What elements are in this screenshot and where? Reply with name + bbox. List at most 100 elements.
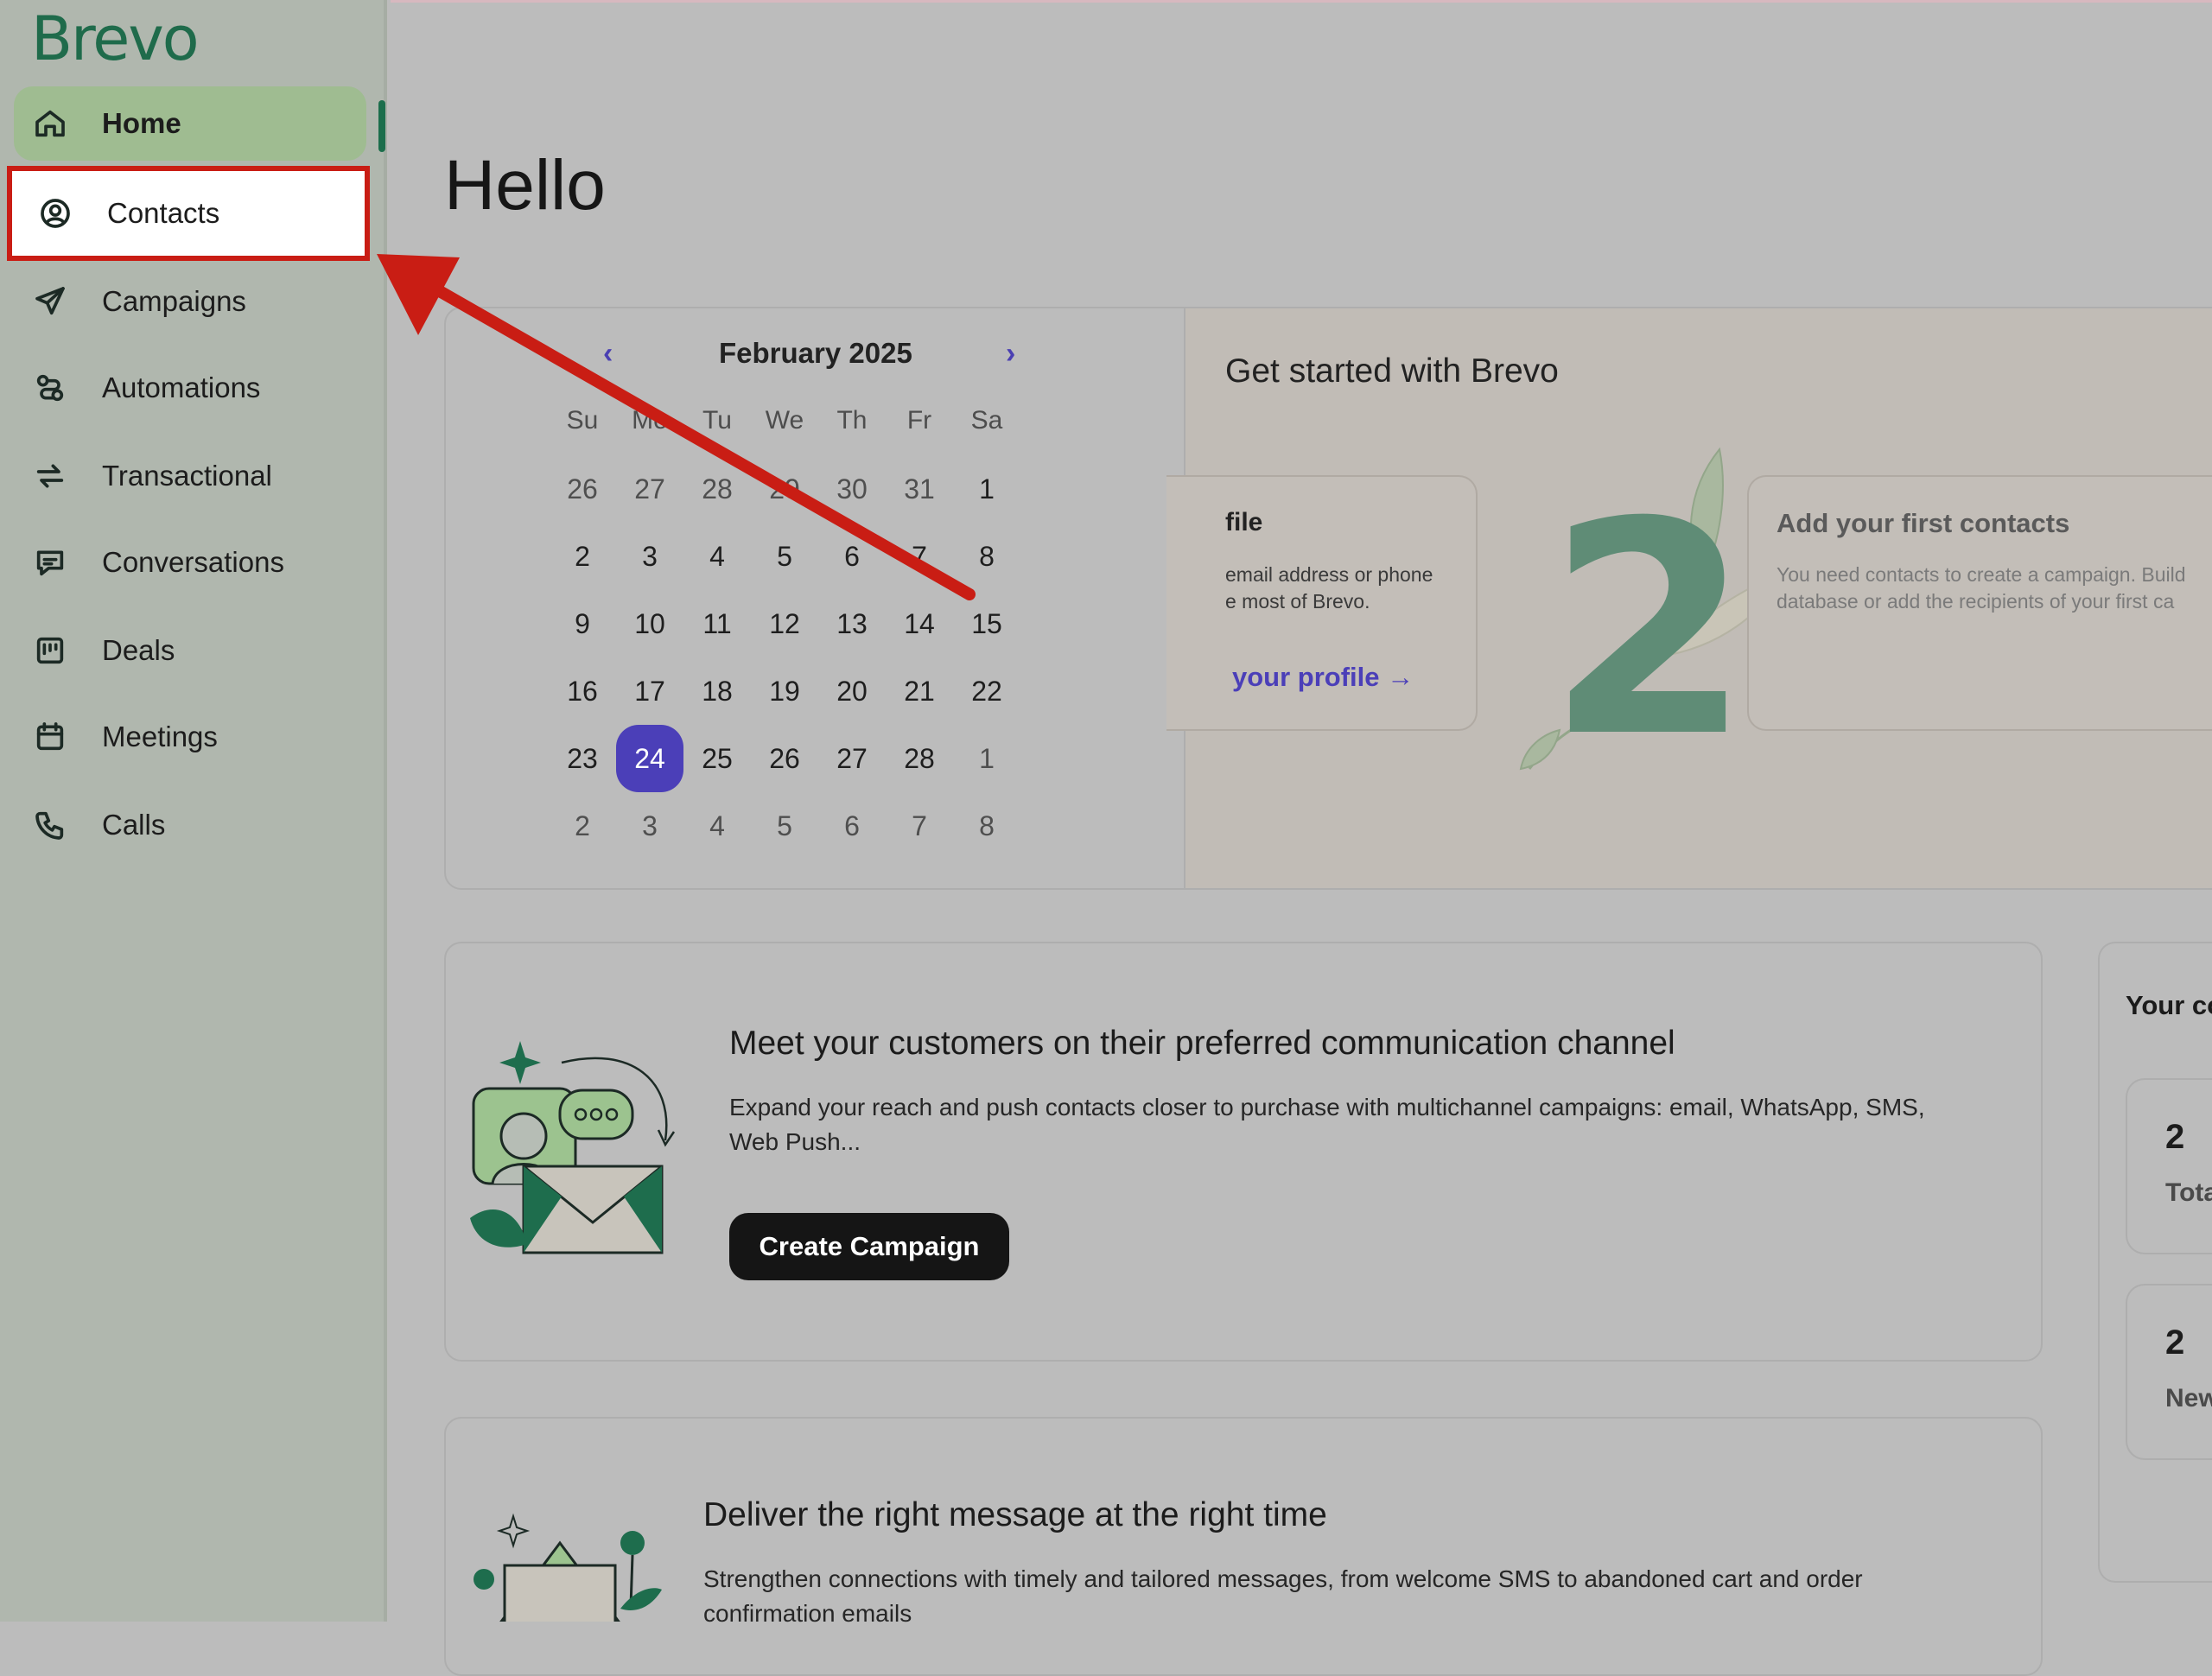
calendar-day[interactable]: 30 bbox=[822, 472, 882, 506]
calendar-day[interactable]: 9 bbox=[552, 606, 613, 641]
promo2-text: Strengthen connections with timely and t… bbox=[703, 1565, 1863, 1627]
weekday-label: Fr bbox=[906, 406, 932, 435]
sidebar-item-automations[interactable]: Automations bbox=[14, 351, 366, 425]
calendar-day[interactable]: 5 bbox=[754, 539, 815, 574]
contacts-step-text: You need contacts to create a campaign. … bbox=[1777, 563, 2186, 613]
calendar-day[interactable]: 7 bbox=[889, 539, 950, 574]
calendar-day[interactable]: 1 bbox=[957, 472, 1017, 506]
sidebar-item-conversations[interactable]: Conversations bbox=[14, 525, 366, 600]
sidebar-item-calls[interactable]: Calls bbox=[14, 788, 366, 862]
calendar-icon bbox=[31, 718, 69, 756]
calendar-day[interactable]: 12 bbox=[754, 606, 815, 641]
calendar-day[interactable]: 3 bbox=[620, 809, 680, 843]
step-number: 2 bbox=[1547, 460, 1751, 802]
calendar-day[interactable]: 4 bbox=[687, 539, 747, 574]
calendar-day[interactable]: 28 bbox=[687, 472, 747, 506]
sidebar-item-contacts[interactable]: Contacts bbox=[7, 166, 370, 261]
calendar-day[interactable]: 28 bbox=[889, 741, 950, 776]
conversations-icon bbox=[31, 543, 69, 581]
timing-illustration-icon bbox=[474, 1513, 662, 1622]
calendar-day[interactable]: 27 bbox=[620, 472, 680, 506]
total-contacts-stat[interactable] bbox=[2126, 1078, 2212, 1254]
calendar-day[interactable]: 21 bbox=[889, 674, 950, 708]
sidebar-item-campaigns[interactable]: Campaigns bbox=[14, 264, 366, 339]
new-contacts-stat[interactable] bbox=[2126, 1284, 2212, 1460]
automations-icon bbox=[31, 369, 69, 407]
send-icon bbox=[31, 283, 69, 321]
complete-profile-link[interactable]: your profile → bbox=[1232, 662, 1414, 693]
calendar-day[interactable]: 7 bbox=[889, 809, 950, 843]
calendar-day-selected[interactable]: 24 bbox=[616, 725, 683, 792]
sidebar-item-label: Transactional bbox=[102, 460, 272, 492]
profile-step-title: file bbox=[1225, 508, 1263, 536]
calendar-day[interactable]: 6 bbox=[822, 809, 882, 843]
weekday-label: Sa bbox=[970, 406, 1003, 435]
sidebar-item-label: Conversations bbox=[102, 546, 284, 578]
calendar-day[interactable]: 8 bbox=[957, 809, 1017, 843]
calendar-day[interactable]: 26 bbox=[754, 741, 815, 776]
calendar-prev-button[interactable]: ‹ bbox=[603, 337, 613, 371]
calendar-day[interactable]: 31 bbox=[889, 472, 950, 506]
calendar-month-label: February 2025 bbox=[719, 337, 912, 369]
calendar-day[interactable]: 29 bbox=[754, 472, 815, 506]
calendar-day[interactable]: 3 bbox=[620, 539, 680, 574]
promo1-text: Expand your reach and push contacts clos… bbox=[729, 1094, 1925, 1155]
promo1-title: Meet your customers on their preferred c… bbox=[729, 1025, 1675, 1062]
stat-label: Tota bbox=[2165, 1178, 2212, 1207]
calendar-day[interactable]: 27 bbox=[822, 741, 882, 776]
weekday-label: Su bbox=[566, 406, 599, 435]
calendar-card bbox=[444, 307, 1187, 890]
sidebar-item-label: Home bbox=[102, 107, 181, 139]
calendar-day[interactable]: 19 bbox=[754, 674, 815, 708]
brevo-logo[interactable]: Brevo bbox=[31, 3, 200, 74]
create-campaign-button[interactable]: Create Campaign bbox=[729, 1213, 1009, 1280]
calendar-day[interactable]: 14 bbox=[889, 606, 950, 641]
calendar-day[interactable]: 2 bbox=[552, 539, 613, 574]
calendar-day[interactable]: 13 bbox=[822, 606, 882, 641]
home-icon bbox=[31, 105, 69, 143]
calendar-day[interactable]: 2 bbox=[552, 809, 613, 843]
sidebar-item-meetings[interactable]: Meetings bbox=[14, 700, 366, 774]
contacts-summary-card bbox=[2098, 942, 2212, 1583]
promo2-title: Deliver the right message at the right t… bbox=[703, 1496, 1327, 1533]
sidebar-item-label: Automations bbox=[102, 371, 261, 403]
contacts-icon bbox=[36, 194, 74, 232]
calendar-day[interactable]: 22 bbox=[957, 674, 1017, 708]
calendar-day[interactable]: 15 bbox=[957, 606, 1017, 641]
sidebar-item-label: Contacts bbox=[107, 197, 220, 229]
top-divider bbox=[391, 0, 2212, 3]
calendar-day[interactable]: 4 bbox=[687, 809, 747, 843]
active-indicator bbox=[378, 100, 385, 152]
sidebar-item-transactional[interactable]: Transactional bbox=[14, 439, 366, 513]
calendar-day[interactable]: 20 bbox=[822, 674, 882, 708]
calendar-day[interactable]: 18 bbox=[687, 674, 747, 708]
weekday-label: Mo bbox=[632, 406, 668, 435]
calendar-day[interactable]: 23 bbox=[552, 741, 613, 776]
calendar-day[interactable]: 1 bbox=[957, 741, 1017, 776]
stat-value: 2 bbox=[2165, 1324, 2185, 1362]
transactional-icon bbox=[31, 457, 69, 495]
sidebar-item-deals[interactable]: Deals bbox=[14, 613, 366, 688]
calendar-day[interactable]: 11 bbox=[687, 606, 747, 641]
stat-label: New bbox=[2165, 1384, 2212, 1413]
sidebar-item-home[interactable]: Home bbox=[14, 86, 366, 161]
sidebar-item-label: Meetings bbox=[102, 721, 218, 752]
calendar-day[interactable]: 8 bbox=[957, 539, 1017, 574]
get-started-title: Get started with Brevo bbox=[1225, 352, 1559, 390]
calendar-day[interactable]: 6 bbox=[822, 539, 882, 574]
calendar-next-button[interactable]: › bbox=[1006, 337, 1015, 371]
weekday-label: Tu bbox=[702, 406, 732, 435]
calendar-day[interactable]: 16 bbox=[552, 674, 613, 708]
calendar-day[interactable]: 17 bbox=[620, 674, 680, 708]
contacts-step-title: Add your first contacts bbox=[1777, 508, 2070, 538]
calendar-day[interactable]: 5 bbox=[754, 809, 815, 843]
calendar-day[interactable]: 26 bbox=[552, 472, 613, 506]
weekday-label: Th bbox=[836, 406, 868, 435]
page-title: Hello bbox=[444, 146, 606, 225]
sidebar-item-label: Calls bbox=[102, 809, 166, 841]
deals-icon bbox=[31, 632, 69, 670]
calendar-day[interactable]: 10 bbox=[620, 606, 680, 641]
sidebar-item-label: Deals bbox=[102, 634, 175, 666]
weekday-label: We bbox=[765, 406, 804, 435]
calendar-day[interactable]: 25 bbox=[687, 741, 747, 776]
